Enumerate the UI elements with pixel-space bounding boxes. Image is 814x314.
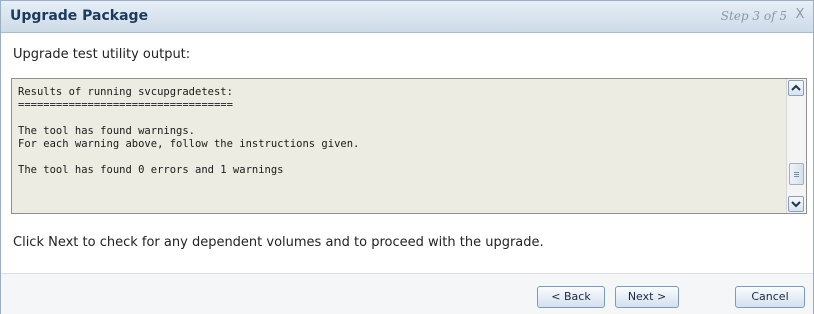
output-textarea[interactable]: Results of running svcupgradetest: =====…: [11, 78, 807, 214]
step-indicator: Step 3 of 5: [720, 9, 787, 23]
chevron-up-icon: [791, 84, 801, 91]
scroll-down-button[interactable]: [788, 196, 804, 212]
close-icon[interactable]: X: [793, 7, 807, 23]
output-line: For each warning above, follow the instr…: [18, 138, 360, 150]
output-line: The tool has found 0 errors and 1 warnin…: [18, 164, 284, 176]
grip-line: [794, 174, 799, 175]
scroll-up-button[interactable]: [788, 80, 804, 96]
output-line: The tool has found warnings.: [18, 125, 196, 137]
output-label: Upgrade test utility output:: [13, 47, 191, 62]
next-button[interactable]: Next >: [615, 286, 679, 308]
dialog-titlebar: Upgrade Package Step 3 of 5 X: [1, 1, 813, 33]
dialog-footer: < Back Next > Cancel: [1, 273, 813, 314]
dialog-title: Upgrade Package: [10, 8, 149, 24]
cancel-button[interactable]: Cancel: [735, 286, 805, 308]
grip-line: [794, 176, 799, 177]
chevron-down-icon: [791, 201, 801, 208]
output-text: Results of running svcupgradetest: =====…: [12, 79, 786, 213]
upgrade-package-dialog: Upgrade Package Step 3 of 5 X Upgrade te…: [0, 0, 814, 314]
output-line: ==================================: [18, 99, 233, 111]
output-scrollbar[interactable]: [786, 79, 806, 213]
instruction-text: Click Next to check for any dependent vo…: [13, 235, 544, 250]
back-button[interactable]: < Back: [537, 286, 605, 308]
output-line: Results of running svcupgradetest:: [18, 86, 233, 98]
grip-line: [794, 172, 799, 173]
scrollbar-thumb[interactable]: [789, 163, 804, 185]
